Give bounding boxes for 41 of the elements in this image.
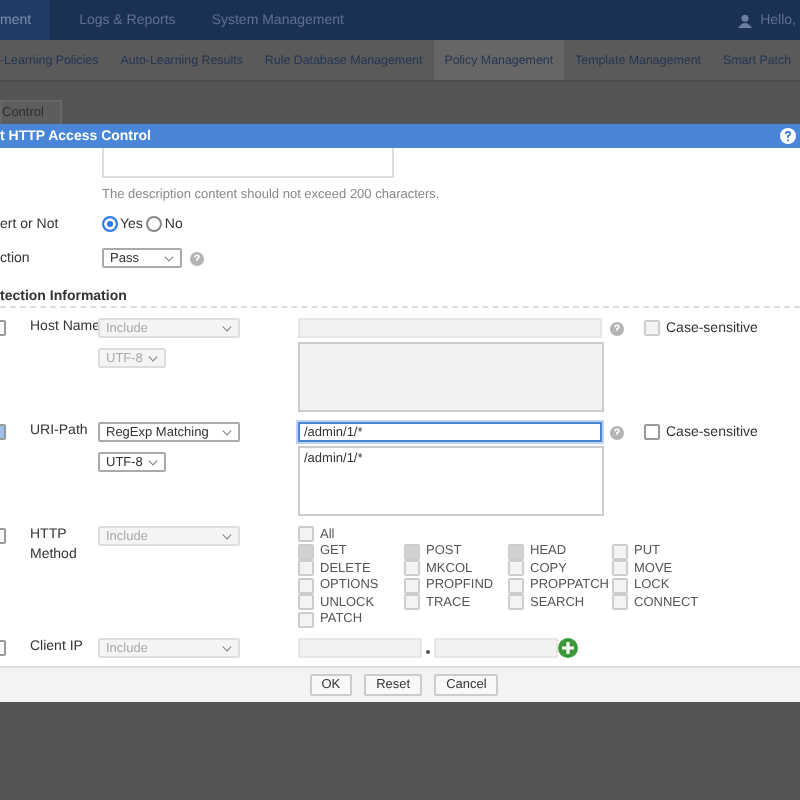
checkbox[interactable]: [298, 577, 314, 594]
user-icon: [738, 13, 753, 27]
checkbox[interactable]: [644, 424, 660, 440]
checkbox[interactable]: [298, 526, 314, 543]
checkbox[interactable]: [644, 320, 660, 336]
checkbox[interactable]: [508, 577, 524, 594]
checkbox[interactable]: [404, 577, 420, 594]
ip-end-field[interactable]: [434, 638, 558, 658]
checkbox[interactable]: [508, 594, 524, 611]
caret-icon: [222, 533, 232, 539]
caret-icon: [148, 459, 158, 465]
checkbox[interactable]: [404, 560, 420, 577]
caret-icon: [222, 429, 232, 435]
help-icon[interactable]: [610, 321, 624, 335]
caret-icon: [222, 645, 232, 651]
checkbox[interactable]: [404, 543, 420, 560]
separator-dot-icon: [426, 650, 430, 654]
help-icon[interactable]: [610, 425, 624, 439]
checkbox[interactable]: [612, 594, 628, 611]
pattern-list-field[interactable]: [298, 342, 604, 412]
help-icon[interactable]: [190, 251, 204, 265]
checkbox[interactable]: [298, 543, 314, 560]
checkbox[interactable]: [404, 594, 420, 611]
caret-icon: [164, 255, 174, 261]
checkbox[interactable]: [508, 560, 524, 577]
checkbox[interactable]: [298, 611, 314, 628]
checkbox[interactable]: [612, 577, 628, 594]
ip-start-field[interactable]: [298, 638, 422, 658]
caret-icon: [222, 325, 232, 331]
caret-icon: [148, 355, 158, 361]
radio-button[interactable]: [102, 216, 118, 232]
add-icon[interactable]: [558, 638, 578, 658]
checkbox[interactable]: [298, 560, 314, 577]
checkbox[interactable]: [298, 594, 314, 611]
pattern-field[interactable]: [298, 318, 602, 338]
help-icon[interactable]: [780, 128, 796, 144]
checkbox[interactable]: [612, 543, 628, 560]
radio-button[interactable]: [146, 216, 163, 232]
description-field[interactable]: [102, 148, 394, 178]
checkbox[interactable]: [508, 543, 524, 560]
checkbox[interactable]: [612, 560, 628, 577]
